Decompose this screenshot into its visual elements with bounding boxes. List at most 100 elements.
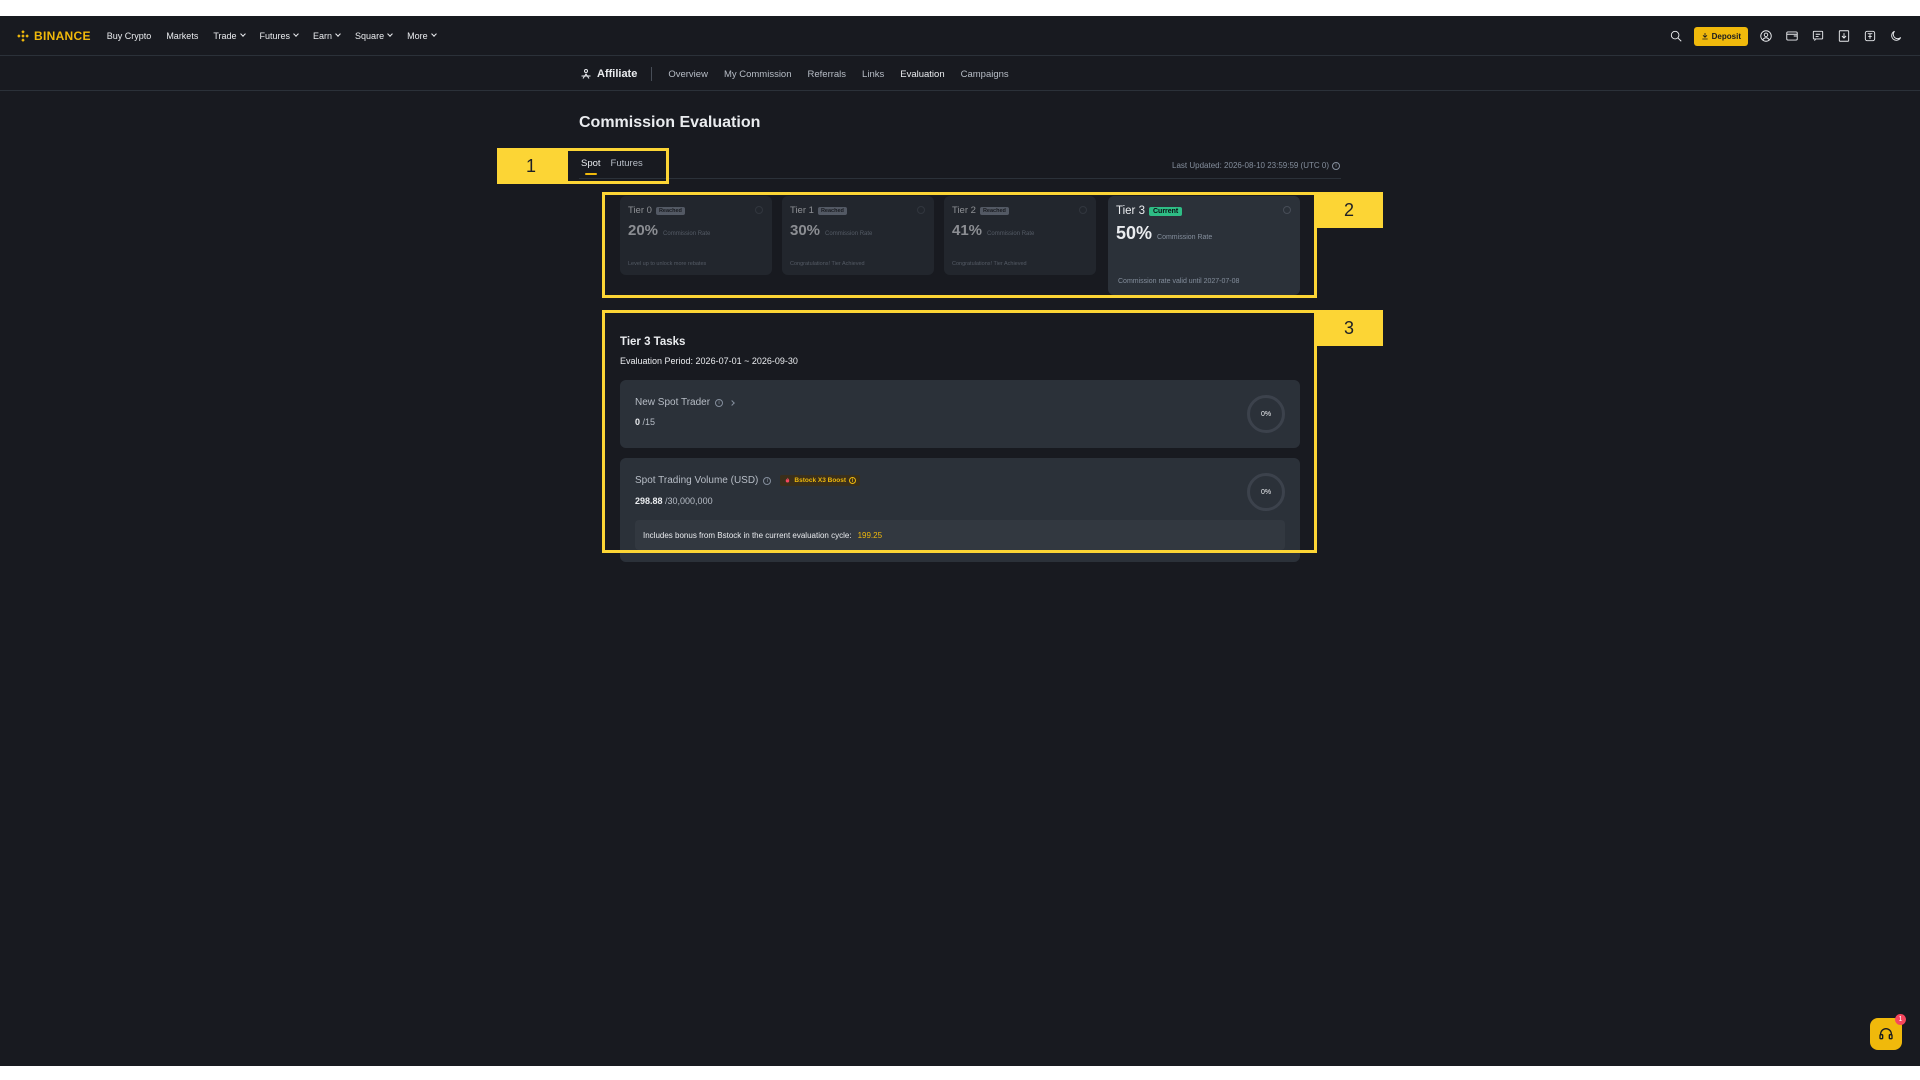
annotation-label-2: 2 [1315, 192, 1383, 228]
orders-icon[interactable] [1810, 28, 1826, 44]
page-title: Commission Evaluation [579, 114, 761, 131]
tab-spot[interactable]: Spot [581, 158, 601, 175]
tier-rate-label: Commission Rate [1157, 234, 1213, 241]
deposit-label: Deposit [1711, 31, 1741, 41]
task-name[interactable]: New Spot Trader i [635, 397, 735, 408]
bonus-info: Includes bonus from Bstock in the curren… [635, 520, 1285, 550]
tier-card-3[interactable]: Tier 3 Current 50% Commission Rate Commiss… [1108, 196, 1300, 295]
annotation-number: 2 [1343, 199, 1354, 220]
theme-moon-icon[interactable] [1888, 28, 1904, 44]
headset-icon [1879, 1028, 1893, 1040]
wallet-icon[interactable] [1784, 28, 1800, 44]
info-icon[interactable]: i [849, 477, 857, 484]
tier-note: Commission rate valid until 2027-07-08 [1118, 278, 1240, 285]
deposit-button[interactable]: Deposit [1693, 26, 1748, 46]
tier-card-2[interactable]: Tier 2 Reached 41% Commission Rate Congrat… [944, 196, 1096, 275]
info-icon[interactable]: i [715, 398, 724, 407]
nav-label: Trade [213, 30, 237, 41]
info-icon[interactable]: i [1332, 161, 1340, 170]
user-icon[interactable] [1758, 28, 1774, 44]
nav-square[interactable]: Square [355, 30, 393, 41]
task-target: /30,000,000 [662, 496, 713, 506]
evaluation-period: Evaluation Period: 2026-07-01 ~ 2026-09-… [620, 356, 798, 366]
tier-rate: 30% [790, 222, 821, 239]
tier-name: Tier 2 [952, 205, 976, 216]
progress-percent: 0% [1260, 488, 1272, 496]
task-label: Spot Trading Volume (USD) [635, 475, 759, 486]
nav-label: Earn [313, 30, 333, 41]
tab-futures[interactable]: Futures [611, 158, 643, 169]
search-icon[interactable] [1668, 28, 1684, 44]
nav-markets[interactable]: Markets [166, 31, 198, 41]
subnav-referrals[interactable]: Referrals [808, 69, 847, 80]
tier-rate: 50% [1116, 223, 1153, 243]
subnav-evaluation[interactable]: Evaluation [900, 69, 944, 80]
subnav-links[interactable]: Links [862, 69, 884, 80]
tier-card-1[interactable]: Tier 1 Reached 30% Commission Rate Congrat… [782, 196, 934, 275]
notification-badge: 1 [1895, 1014, 1906, 1025]
boost-badge: Bstock X3 Boost i [780, 475, 861, 486]
subnav-overview[interactable]: Overview [668, 69, 708, 80]
lock-icon [917, 206, 925, 214]
tier-name: Tier 0 [628, 205, 652, 216]
boost-label: Bstock X3 Boost [794, 477, 847, 484]
tier-rate-label: Commission Rate [987, 231, 1035, 237]
tier-rate: 41% [952, 222, 983, 239]
app-screen: BINANCE Buy Crypto Markets Trade Futures… [0, 16, 1920, 1066]
nav-label: Square [355, 30, 385, 41]
nav-trade[interactable]: Trade [213, 30, 246, 41]
status-badge: Reached [979, 206, 1009, 215]
brand-name: BINANCE [34, 28, 91, 43]
annotation-label-3: 3 [1315, 310, 1383, 346]
task-current: 298.88 [635, 496, 663, 506]
tier-card-0[interactable]: Tier 0 Reached 20% Commission Rate Level u… [620, 196, 772, 275]
affiliate-home[interactable]: Affiliate [580, 67, 653, 81]
nav-label: Markets [166, 30, 199, 41]
download-app-icon[interactable] [1836, 28, 1852, 44]
task-spot-trading-volume: Spot Trading Volume (USD) i Bstock X3 Bo… [620, 458, 1300, 562]
nav-buy-crypto[interactable]: Buy Crypto [107, 31, 152, 41]
info-icon[interactable]: i [763, 476, 772, 485]
status-badge: Reached [817, 206, 847, 215]
bonus-text: Includes bonus from Bstock in the curren… [643, 530, 852, 540]
brand-logo[interactable]: BINANCE [16, 29, 91, 43]
support-chat-button[interactable]: 1 [1870, 1014, 1906, 1050]
nav-earn[interactable]: Earn [313, 30, 341, 41]
task-progress-value: 298.88 /30,000,000 [635, 496, 713, 506]
tier-note: Congratulations! Tier Achieved [790, 261, 865, 267]
subnav-campaigns[interactable]: Campaigns [961, 69, 1009, 80]
annotation-number: 1 [525, 155, 536, 176]
chevron-right-icon [729, 399, 735, 406]
task-new-spot-trader: New Spot Trader i 0 /15 0% [620, 380, 1300, 448]
market-tabs: Spot Futures [581, 158, 643, 175]
tabs-divider [579, 178, 1341, 179]
subnav-my-commission[interactable]: My Commission [724, 69, 792, 80]
tier-rate-label: Commission Rate [825, 231, 873, 237]
lock-icon [755, 206, 763, 214]
last-updated-text: Last Updated: 2026-08-10 23:59:59 (UTC 0… [1172, 161, 1329, 170]
task-label: New Spot Trader [635, 397, 711, 408]
tier-rate: 20% [628, 222, 659, 239]
chevron-down-icon [335, 31, 341, 37]
nav-more[interactable]: More [407, 31, 437, 41]
tier-note: Congratulations! Tier Achieved [952, 261, 1027, 267]
nav-futures[interactable]: Futures [260, 31, 299, 41]
task-target: /15 [640, 417, 656, 427]
chevron-down-icon [293, 31, 299, 37]
task-name[interactable]: Spot Trading Volume (USD) i Bstock X3 Bo… [635, 475, 861, 486]
lock-icon [1079, 206, 1087, 214]
progress-ring: 0% [1247, 395, 1285, 433]
language-icon[interactable] [1862, 28, 1878, 44]
top-nav: BINANCE Buy Crypto Markets Trade Futures… [0, 16, 1920, 56]
affiliate-subnav: Affiliate Overview My Commission Referra… [0, 57, 1920, 91]
current-badge: Current [1148, 206, 1183, 216]
nav-label: Futures [259, 30, 291, 41]
last-updated: Last Updated: 2026-08-10 23:59:59 (UTC 0… [1172, 161, 1340, 170]
chevron-down-icon [430, 31, 437, 37]
bonus-amount: 199.25 [857, 530, 883, 540]
affiliate-title: Affiliate [597, 68, 638, 80]
binance-logo-icon [17, 29, 29, 42]
download-icon [1701, 33, 1708, 40]
nav-label: Buy Crypto [106, 30, 152, 41]
chevron-down-icon [239, 31, 246, 37]
